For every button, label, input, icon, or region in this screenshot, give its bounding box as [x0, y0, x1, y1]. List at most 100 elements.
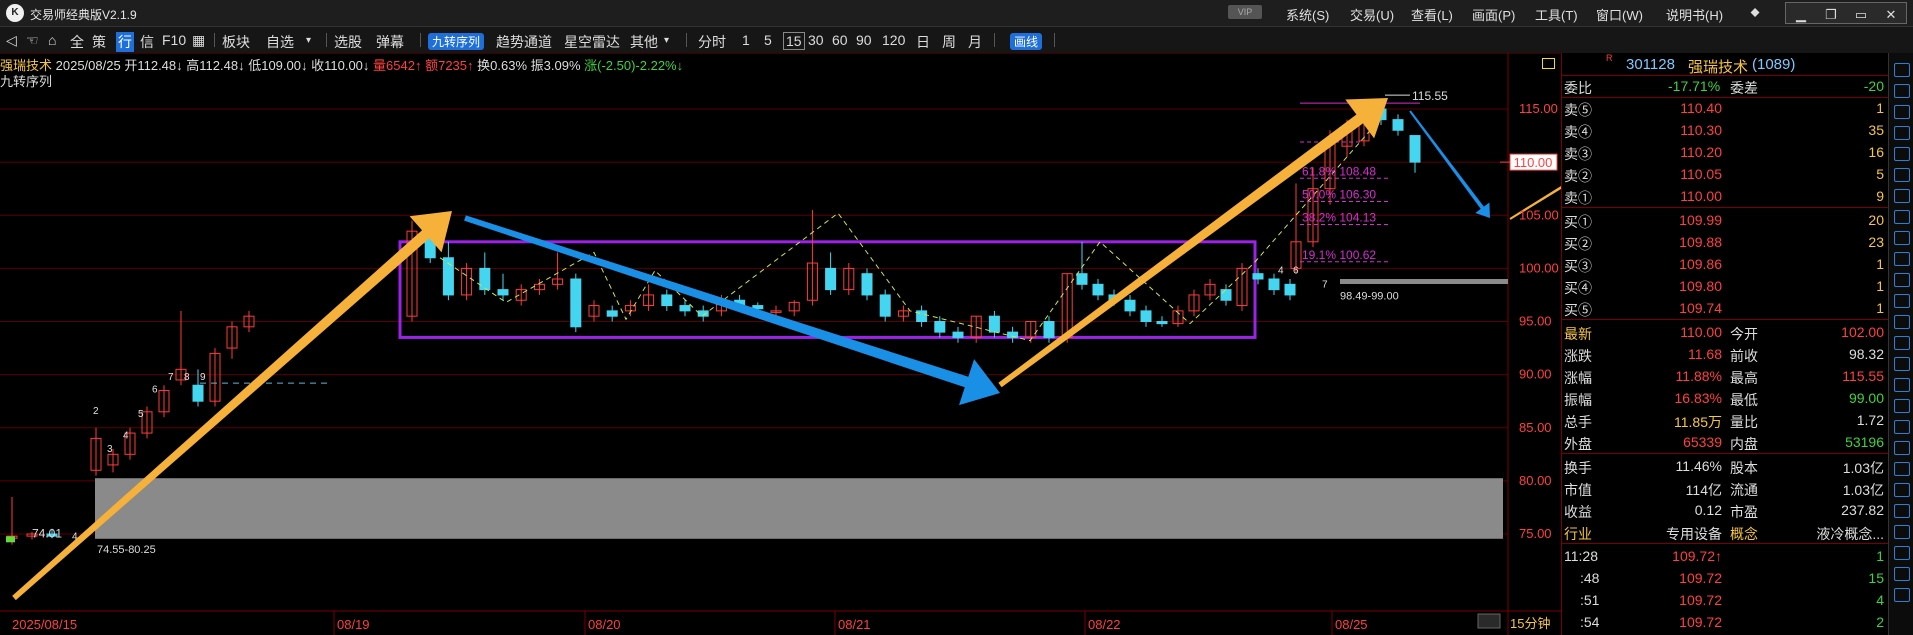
toolbar-strategy[interactable]: 策: [92, 32, 106, 52]
drawing-tool-icon[interactable]: [1894, 231, 1910, 245]
dropdown-icon[interactable]: ⬥: [1740, 3, 1770, 21]
drawing-tool-icon[interactable]: [1894, 315, 1910, 329]
candle[interactable]: [1140, 310, 1152, 322]
period-month[interactable]: 月: [968, 32, 982, 52]
candle[interactable]: [1268, 278, 1280, 291]
drawing-tool-icon[interactable]: [1894, 273, 1910, 287]
period-5[interactable]: 5: [764, 32, 772, 48]
drawing-tool-icon[interactable]: [1894, 210, 1910, 224]
candle[interactable]: [1252, 273, 1264, 280]
toolbar-sector[interactable]: 板块: [222, 32, 250, 52]
candle[interactable]: [192, 384, 204, 402]
drawing-tool-icon[interactable]: [1894, 63, 1910, 77]
candle[interactable]: [861, 273, 873, 296]
drawing-tool-icon[interactable]: [1894, 483, 1910, 497]
period-120[interactable]: 120: [882, 32, 905, 48]
candle[interactable]: [1409, 135, 1421, 163]
drawing-tool-icon[interactable]: [1894, 294, 1910, 308]
hand-icon[interactable]: ☜: [26, 32, 39, 49]
period-1[interactable]: 1: [742, 32, 750, 48]
candle[interactable]: [679, 305, 691, 312]
menu-help[interactable]: 说明书(H): [1666, 5, 1723, 24]
drawing-tool-icon[interactable]: [1894, 420, 1910, 434]
settings-square-icon[interactable]: [1542, 58, 1555, 69]
toolbar-other[interactable]: 其他: [630, 32, 658, 52]
drawing-tool-icon[interactable]: [1894, 378, 1910, 392]
period-day[interactable]: 日: [916, 32, 930, 52]
candle[interactable]: [1284, 283, 1296, 296]
candle[interactable]: [1092, 283, 1104, 296]
grid-icon[interactable]: ▦: [192, 32, 205, 49]
candle[interactable]: [479, 267, 491, 291]
toolbar-info[interactable]: 信: [140, 32, 154, 52]
toolbar-stock-picker[interactable]: 选股: [334, 32, 362, 52]
menu-system[interactable]: 系统(S): [1286, 5, 1329, 24]
period-intraday[interactable]: 分时: [698, 32, 726, 52]
candle[interactable]: [988, 315, 1000, 333]
drawing-tool-icon[interactable]: [1894, 336, 1910, 350]
minimize-icon[interactable]: ▁: [1786, 6, 1816, 24]
chevron-down-icon[interactable]: ▾: [306, 35, 311, 46]
drawing-tool-icon[interactable]: [1894, 588, 1910, 602]
candle[interactable]: [606, 310, 618, 317]
vip-badge[interactable]: VIP: [1228, 5, 1262, 19]
drawing-tool-icon[interactable]: [1894, 504, 1910, 518]
close-icon[interactable]: ✕: [1876, 6, 1906, 24]
period-week[interactable]: 周: [942, 32, 956, 52]
candle[interactable]: [1124, 299, 1136, 312]
candle[interactable]: [934, 321, 946, 333]
menu-view[interactable]: 查看(L): [1411, 5, 1453, 24]
toolbar-star-radar[interactable]: 星空雷达: [564, 32, 620, 52]
candle[interactable]: [952, 331, 964, 338]
candle[interactable]: [1220, 289, 1232, 301]
period-15[interactable]: 15: [783, 32, 805, 50]
toolbar-watchlist[interactable]: 自选: [266, 32, 294, 52]
kline-chart[interactable]: 74.55-80.25 98.49-99.00 61.8% 108.48 50.0% …: [0, 53, 1561, 635]
menu-window[interactable]: 窗口(W): [1596, 5, 1643, 24]
toolbar-quote[interactable]: 行: [116, 32, 134, 52]
candle[interactable]: [879, 294, 891, 317]
drawing-tool-icon[interactable]: [1894, 168, 1910, 182]
candle[interactable]: [1043, 321, 1055, 338]
home-icon[interactable]: ⌂: [48, 32, 56, 48]
drawing-tool-icon[interactable]: [1894, 189, 1910, 203]
toolbar-f10[interactable]: F10: [162, 32, 186, 48]
candle[interactable]: [825, 267, 837, 291]
chevron-down-icon[interactable]: ▾: [664, 35, 669, 46]
drawing-tool-icon[interactable]: [1894, 567, 1910, 581]
toolbar-trend-channel[interactable]: 趋势通道: [496, 32, 552, 52]
period-60[interactable]: 60: [832, 32, 848, 48]
drawing-tool-icon[interactable]: [1894, 105, 1910, 119]
period-90[interactable]: 90: [856, 32, 872, 48]
period-30[interactable]: 30: [808, 32, 824, 48]
menu-trade[interactable]: 交易(U): [1350, 5, 1394, 24]
drawing-tool-icon[interactable]: [1894, 546, 1910, 560]
candle[interactable]: [1392, 119, 1404, 131]
toolbar-all[interactable]: 全: [70, 32, 84, 52]
drawing-tool-icon[interactable]: [1894, 126, 1910, 140]
toolbar-barrage[interactable]: 弹幕: [376, 32, 404, 52]
drawing-tool-icon[interactable]: [1894, 441, 1910, 455]
drawing-tool-icon[interactable]: [1894, 252, 1910, 266]
menu-screen[interactable]: 画面(P): [1472, 5, 1515, 24]
scroll-knob[interactable]: [1477, 613, 1501, 629]
candle[interactable]: [497, 289, 509, 296]
back-icon[interactable]: ◁: [6, 32, 17, 49]
candle[interactable]: [570, 278, 582, 328]
draw-line-button[interactable]: 画线: [1010, 33, 1043, 50]
candle[interactable]: [1076, 273, 1088, 285]
drawing-tool-icon[interactable]: [1894, 84, 1910, 98]
candle[interactable]: [1156, 321, 1168, 325]
candle[interactable]: [661, 294, 673, 307]
menu-tools[interactable]: 工具(T): [1535, 5, 1578, 24]
drawing-tool-icon[interactable]: [1894, 525, 1910, 539]
drawing-tool-icon[interactable]: [1894, 147, 1910, 161]
maximize-icon[interactable]: ▭: [1846, 6, 1876, 24]
drawing-tool-icon[interactable]: [1894, 462, 1910, 476]
drawing-tool-icon[interactable]: [1894, 399, 1910, 413]
restore-icon[interactable]: ❐: [1816, 6, 1846, 24]
fib-label: 38.2% 104.13: [1302, 210, 1376, 224]
toolbar-td-sequence[interactable]: 九转序列: [428, 33, 485, 50]
chart-canvas[interactable]: 74.55-80.25 98.49-99.00 61.8% 108.48 50.0% …: [0, 53, 1561, 635]
drawing-tool-icon[interactable]: [1894, 357, 1910, 371]
